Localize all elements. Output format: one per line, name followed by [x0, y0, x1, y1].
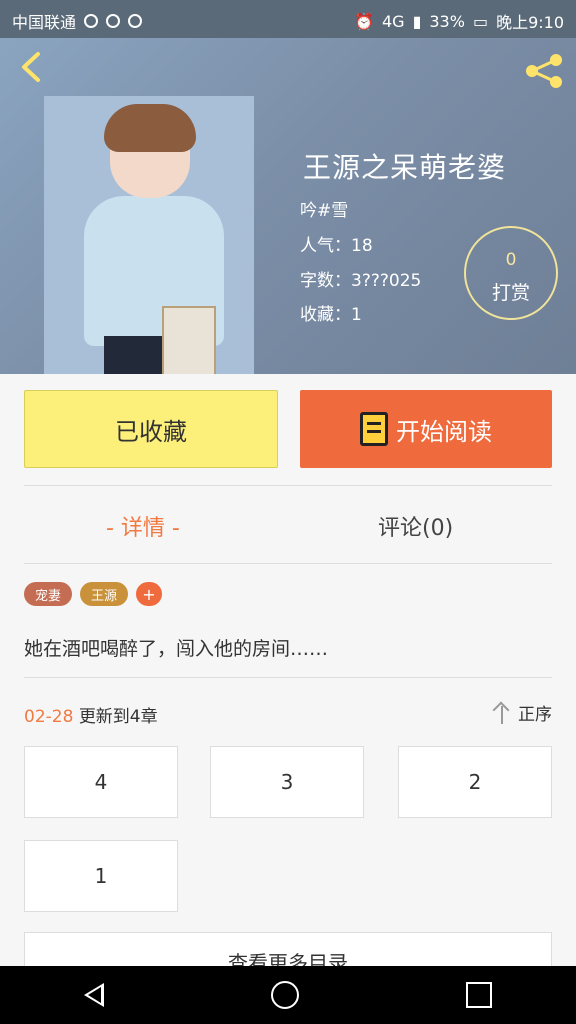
update-text: 更新到4章 — [78, 707, 158, 727]
start-reading-label: 开始阅读 — [396, 417, 492, 446]
network-label: 4G — [381, 11, 405, 31]
chapter-button[interactable]: 4 — [24, 746, 178, 818]
system-navigation-bar — [0, 966, 576, 1024]
app-notification-icon — [128, 14, 143, 28]
nav-recent-apps-icon[interactable] — [466, 982, 493, 1008]
book-word-count: 字数：3???025 — [300, 271, 422, 291]
reward-count: 0 — [505, 250, 517, 270]
app-notification-icon — [84, 14, 99, 28]
book-author[interactable]: 吟#雪 — [300, 196, 348, 221]
reward-button[interactable]: 0 打赏 — [464, 226, 558, 320]
book-summary: 她在酒吧喝醉了，闯入他的房间…… — [24, 638, 329, 660]
sort-order-label: 正序 — [518, 705, 552, 725]
tag-chip[interactable]: 王源 — [80, 582, 128, 606]
book-header: 王源之呆萌老婆 吟#雪 人气：18 字数：3???025 收藏：1 0 打赏 — [0, 38, 576, 374]
book-popularity: 人气：18 — [300, 236, 373, 256]
alarm-icon: ⏰ — [354, 11, 374, 31]
tab-detail[interactable]: - 详情 - — [106, 510, 180, 542]
cover-figure-sign — [162, 306, 216, 374]
book-cover-image — [44, 96, 254, 374]
arrow-up-icon — [492, 702, 512, 724]
app-notification-icon — [106, 14, 121, 28]
clock: 晚上9:10 — [496, 13, 564, 32]
battery-icon: ▭ — [472, 11, 489, 31]
tag-chip[interactable]: 宠妻 — [24, 582, 72, 606]
status-bar: 中国联通 ⏰ 4G ▮ 33% ▭ 晚上9:10 — [0, 0, 576, 38]
back-arrow-icon[interactable] — [14, 50, 48, 84]
book-favorites: 收藏：1 — [300, 305, 362, 325]
sort-order-button[interactable]: 正序 — [492, 700, 552, 725]
nav-home-icon[interactable] — [270, 981, 299, 1009]
battery-label: 33% — [429, 11, 465, 31]
book-icon — [360, 412, 388, 446]
chapter-button[interactable]: 1 — [24, 840, 178, 912]
signal-icon: ▮ — [412, 11, 422, 31]
chapter-button[interactable]: 3 — [210, 746, 364, 818]
update-date: 02-28 — [24, 707, 74, 727]
chapter-button[interactable]: 2 — [398, 746, 552, 818]
divider — [24, 563, 552, 564]
nav-back-icon[interactable] — [83, 983, 104, 1007]
update-info: 02-28 更新到4章 — [24, 702, 158, 727]
carrier-label: 中国联通 — [12, 13, 77, 32]
cover-figure-hair — [104, 104, 196, 152]
book-title: 王源之呆萌老婆 — [303, 151, 507, 184]
divider — [24, 485, 552, 486]
reward-label: 打赏 — [491, 282, 530, 304]
tab-comments[interactable]: 评论(0) — [378, 510, 453, 542]
start-reading-button[interactable]: 开始阅读 — [300, 390, 552, 468]
favorited-button-label: 已收藏 — [115, 417, 187, 446]
add-tag-button[interactable]: + — [136, 582, 162, 606]
favorited-button[interactable]: 已收藏 — [24, 390, 278, 468]
divider — [24, 677, 552, 678]
share-icon[interactable] — [522, 52, 566, 90]
